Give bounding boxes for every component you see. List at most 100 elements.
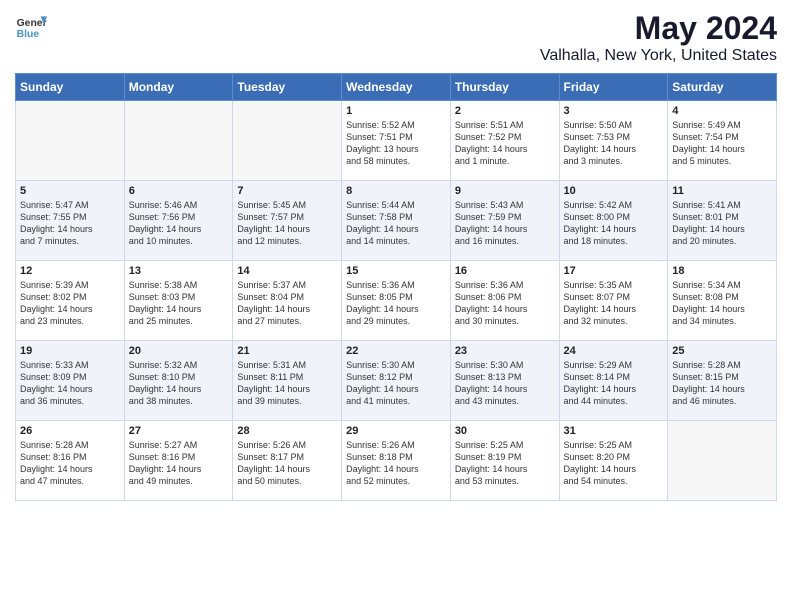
- day-number: 28: [237, 425, 337, 437]
- day-number: 24: [564, 345, 664, 357]
- day-info: Daylight: 14 hours: [20, 463, 120, 475]
- day-info: Sunset: 8:20 PM: [564, 451, 664, 463]
- calendar-cell: 8Sunrise: 5:44 AMSunset: 7:58 PMDaylight…: [342, 181, 451, 261]
- day-info: Sunrise: 5:34 AM: [672, 279, 772, 291]
- day-info: Daylight: 14 hours: [455, 463, 555, 475]
- day-number: 27: [129, 425, 229, 437]
- day-info: Daylight: 14 hours: [237, 223, 337, 235]
- calendar-cell: 26 Sunrise: 5:28 AMSunset: 8:16 PMDayligh…: [16, 421, 125, 501]
- day-info: Daylight: 13 hours: [346, 143, 446, 155]
- calendar-week-5: 26Sunrise: 5:28 AMSunset: 8:16 PMDayligh…: [16, 421, 777, 501]
- calendar-cell: 1Sunrise: 5:52 AMSunset: 7:51 PMDaylight…: [342, 101, 451, 181]
- day-info: Sunrise: 5:46 AM: [129, 199, 229, 211]
- day-number: 29: [346, 425, 446, 437]
- day-number: 10: [564, 185, 664, 197]
- day-info: Sunrise: 5:38 AM: [129, 279, 229, 291]
- day-info: Sunrise: 5:27 AM: [129, 439, 229, 451]
- day-info: Sunset: 8:18 PM: [346, 451, 446, 463]
- day-number: 2: [455, 105, 555, 117]
- day-info: and 46 minutes.: [672, 395, 772, 407]
- day-info: Sunset: 8:04 PM: [237, 291, 337, 303]
- day-info: Sunset: 7:51 PM: [346, 131, 446, 143]
- calendar-cell: 20Sunrise: 5:32 AMSunset: 8:10 PMDayligh…: [124, 341, 233, 421]
- day-number: 31: [564, 425, 664, 437]
- day-info: Sunset: 8:16 PM: [129, 451, 229, 463]
- day-info: Sunrise: 5:42 AM: [564, 199, 664, 211]
- day-info: Daylight: 14 hours: [129, 303, 229, 315]
- day-number: 3: [564, 105, 664, 117]
- day-info: Sunrise: 5:51 AM: [455, 119, 555, 131]
- day-info: Sunrise: 5:33 AM: [20, 359, 120, 371]
- day-info: Daylight: 14 hours: [20, 383, 120, 395]
- day-info: Daylight: 14 hours: [455, 143, 555, 155]
- day-info: Sunset: 8:16 PM: [20, 451, 120, 463]
- day-number: 9: [455, 185, 555, 197]
- day-info: Daylight: 14 hours: [346, 383, 446, 395]
- day-info: Daylight: 14 hours: [455, 303, 555, 315]
- day-info: and 43 minutes.: [455, 395, 555, 407]
- calendar-cell: 18Sunrise: 5:34 AMSunset: 8:08 PMDayligh…: [668, 261, 777, 341]
- calendar-cell: 10Sunrise: 5:42 AMSunset: 8:00 PMDayligh…: [559, 181, 668, 261]
- calendar-cell: 22Sunrise: 5:30 AMSunset: 8:12 PMDayligh…: [342, 341, 451, 421]
- logo-icon: General Blue: [15, 10, 47, 42]
- day-info: and 10 minutes.: [129, 235, 229, 247]
- day-info: Sunrise: 5:41 AM: [672, 199, 772, 211]
- day-info: Sunrise: 5:39 AM: [20, 279, 120, 291]
- day-info: Sunset: 7:53 PM: [564, 131, 664, 143]
- weekday-header-saturday: Saturday: [668, 74, 777, 101]
- calendar-cell: 3Sunrise: 5:50 AMSunset: 7:53 PMDaylight…: [559, 101, 668, 181]
- calendar-week-3: 12Sunrise: 5:39 AMSunset: 8:02 PMDayligh…: [16, 261, 777, 341]
- day-info: and 53 minutes.: [455, 475, 555, 487]
- day-number: 16: [455, 265, 555, 277]
- calendar-cell: 17Sunrise: 5:35 AMSunset: 8:07 PMDayligh…: [559, 261, 668, 341]
- day-info: Sunset: 8:14 PM: [564, 371, 664, 383]
- day-number: 14: [237, 265, 337, 277]
- day-info: Sunrise: 5:36 AM: [346, 279, 446, 291]
- day-info: Sunrise: 5:26 AM: [237, 439, 337, 451]
- day-info: Sunrise: 5:29 AM: [564, 359, 664, 371]
- day-info: and 50 minutes.: [237, 475, 337, 487]
- day-info: Daylight: 14 hours: [564, 223, 664, 235]
- day-info: Sunrise: 5:36 AM: [455, 279, 555, 291]
- calendar-cell: 9Sunrise: 5:43 AMSunset: 7:59 PMDaylight…: [450, 181, 559, 261]
- day-number: 13: [129, 265, 229, 277]
- day-info: Sunrise: 5:32 AM: [129, 359, 229, 371]
- calendar-cell: 28Sunrise: 5:26 AMSunset: 8:17 PMDayligh…: [233, 421, 342, 501]
- day-info: Sunrise: 5:31 AM: [237, 359, 337, 371]
- day-info: Sunset: 8:15 PM: [672, 371, 772, 383]
- calendar-table: SundayMondayTuesdayWednesdayThursdayFrid…: [15, 73, 777, 501]
- day-info: Sunset: 8:12 PM: [346, 371, 446, 383]
- day-info: Sunrise: 5:43 AM: [455, 199, 555, 211]
- day-info: Sunrise: 5:28 AM: [672, 359, 772, 371]
- day-info: Daylight: 14 hours: [564, 383, 664, 395]
- day-number: 26: [20, 425, 120, 437]
- day-info: Sunrise: 5:45 AM: [237, 199, 337, 211]
- day-info: Sunset: 8:08 PM: [672, 291, 772, 303]
- day-info: Sunrise: 5:44 AM: [346, 199, 446, 211]
- day-info: Sunset: 7:55 PM: [20, 211, 120, 223]
- day-info: Sunrise: 5:28 AM: [20, 439, 120, 451]
- calendar-cell: 15Sunrise: 5:36 AMSunset: 8:05 PMDayligh…: [342, 261, 451, 341]
- calendar-cell: 6Sunrise: 5:46 AMSunset: 7:56 PMDaylight…: [124, 181, 233, 261]
- day-info: and 34 minutes.: [672, 315, 772, 327]
- day-info: Daylight: 14 hours: [672, 303, 772, 315]
- day-info: Sunrise: 5:30 AM: [455, 359, 555, 371]
- day-info: and 49 minutes.: [129, 475, 229, 487]
- day-info: and 32 minutes.: [564, 315, 664, 327]
- day-info: Sunset: 8:01 PM: [672, 211, 772, 223]
- day-info: and 54 minutes.: [564, 475, 664, 487]
- calendar-cell: 7Sunrise: 5:45 AMSunset: 7:57 PMDaylight…: [233, 181, 342, 261]
- day-info: and 25 minutes.: [129, 315, 229, 327]
- logo: General Blue: [15, 10, 47, 42]
- day-number: 22: [346, 345, 446, 357]
- calendar-cell: 2Sunrise: 5:51 AMSunset: 7:52 PMDaylight…: [450, 101, 559, 181]
- day-number: 25: [672, 345, 772, 357]
- weekday-header-wednesday: Wednesday: [342, 74, 451, 101]
- day-info: and 23 minutes.: [20, 315, 120, 327]
- calendar-cell: 19Sunrise: 5:33 AMSunset: 8:09 PMDayligh…: [16, 341, 125, 421]
- calendar-cell: 27Sunrise: 5:27 AMSunset: 8:16 PMDayligh…: [124, 421, 233, 501]
- day-info: Sunrise: 5:49 AM: [672, 119, 772, 131]
- day-number: 6: [129, 185, 229, 197]
- day-number: 21: [237, 345, 337, 357]
- day-info: Sunset: 8:03 PM: [129, 291, 229, 303]
